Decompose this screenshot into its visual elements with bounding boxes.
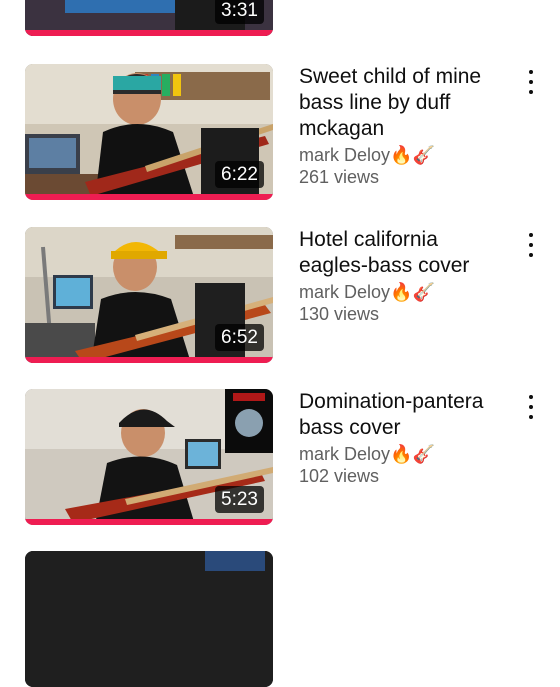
video-thumbnail[interactable]: 3:31: [25, 0, 273, 36]
video-row[interactable]: 6:52 Hotel california eagles-bass cover …: [0, 227, 560, 367]
channel-name-line[interactable]: mark Deloy🔥🎸: [299, 144, 509, 166]
watch-progress-bar: [25, 30, 273, 36]
video-thumbnail[interactable]: 5:23: [25, 389, 273, 525]
video-duration: 3:31: [215, 0, 264, 24]
channel-emoji: 🔥🎸: [390, 145, 435, 165]
view-count: 261 views: [299, 167, 380, 187]
channel-name[interactable]: mark Deloy: [299, 282, 390, 302]
view-count: 130 views: [299, 304, 380, 324]
video-row[interactable]: 3:31: [0, 0, 560, 40]
more-vert-icon[interactable]: [520, 233, 542, 257]
channel-name[interactable]: mark Deloy: [299, 145, 390, 165]
channel-emoji: 🔥🎸: [390, 444, 435, 464]
thumbnail-image: [25, 551, 273, 687]
video-metadata[interactable]: Hotel california eagles-bass cover mark …: [299, 227, 509, 325]
video-title[interactable]: Domination-pantera bass cover: [299, 389, 509, 441]
video-metadata[interactable]: Domination-pantera bass cover mark Deloy…: [299, 389, 509, 487]
more-vert-icon[interactable]: [520, 70, 542, 94]
video-duration: 6:22: [215, 161, 264, 188]
watch-progress-bar: [25, 357, 273, 363]
channel-name[interactable]: mark Deloy: [299, 444, 390, 464]
video-metadata[interactable]: Sweet child of mine bass line by duff mc…: [299, 64, 509, 188]
view-count: 102 views: [299, 466, 380, 486]
watch-progress-bar: [25, 194, 273, 200]
video-thumbnail[interactable]: 6:52: [25, 227, 273, 363]
video-thumbnail[interactable]: 6:22: [25, 64, 273, 200]
video-duration: 6:52: [215, 324, 264, 351]
video-row[interactable]: 5:23 Domination-pantera bass cover mark …: [0, 389, 560, 529]
channel-emoji: 🔥🎸: [390, 282, 435, 302]
video-duration: 5:23: [215, 486, 264, 513]
video-title[interactable]: Hotel california eagles-bass cover: [299, 227, 509, 279]
more-vert-icon[interactable]: [520, 395, 542, 419]
video-row[interactable]: 6:22 Sweet child of mine bass line by du…: [0, 64, 560, 204]
video-thumbnail[interactable]: [25, 551, 273, 687]
channel-name-line[interactable]: mark Deloy🔥🎸: [299, 443, 509, 465]
watch-progress-bar: [25, 519, 273, 525]
channel-name-line[interactable]: mark Deloy🔥🎸: [299, 281, 509, 303]
video-title[interactable]: Sweet child of mine bass line by duff mc…: [299, 64, 509, 142]
